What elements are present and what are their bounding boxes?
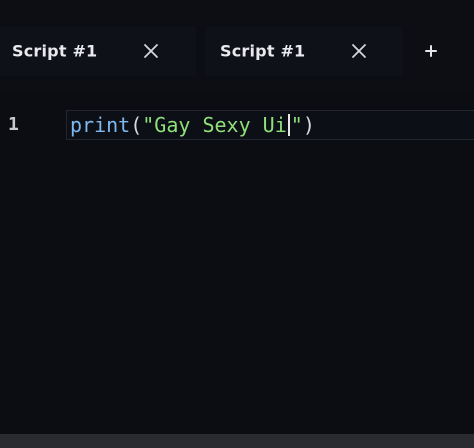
- tab-label: Script #1: [220, 41, 306, 61]
- add-tab-button[interactable]: [420, 40, 442, 62]
- code-text[interactable]: print("Gay Sexy Ui "): [70, 114, 315, 136]
- code-area[interactable]: 1 print("Gay Sexy Ui "): [0, 92, 474, 432]
- code-line[interactable]: 1 print("Gay Sexy Ui "): [0, 110, 474, 140]
- tab-bar: Script #1 Script #1: [0, 0, 474, 92]
- token-function: print: [70, 113, 131, 137]
- text-caret: [287, 114, 290, 136]
- token-string-quote: ": [290, 113, 303, 137]
- horizontal-scrollbar[interactable]: [0, 434, 474, 448]
- close-icon[interactable]: [142, 42, 160, 60]
- tab-script-1[interactable]: Script #1: [0, 26, 196, 76]
- line-number: 1: [8, 114, 19, 135]
- token-string: "Gay Sexy Ui: [142, 113, 287, 137]
- script-editor: Script #1 Script #1 1 print("Gay Sexy Ui…: [0, 0, 474, 448]
- token-paren-open: (: [130, 113, 143, 137]
- close-icon[interactable]: [350, 42, 368, 60]
- plus-icon: [425, 45, 437, 57]
- tab-script-2[interactable]: Script #1: [206, 26, 402, 76]
- token-paren-close: ): [302, 113, 315, 137]
- tab-label: Script #1: [12, 41, 98, 61]
